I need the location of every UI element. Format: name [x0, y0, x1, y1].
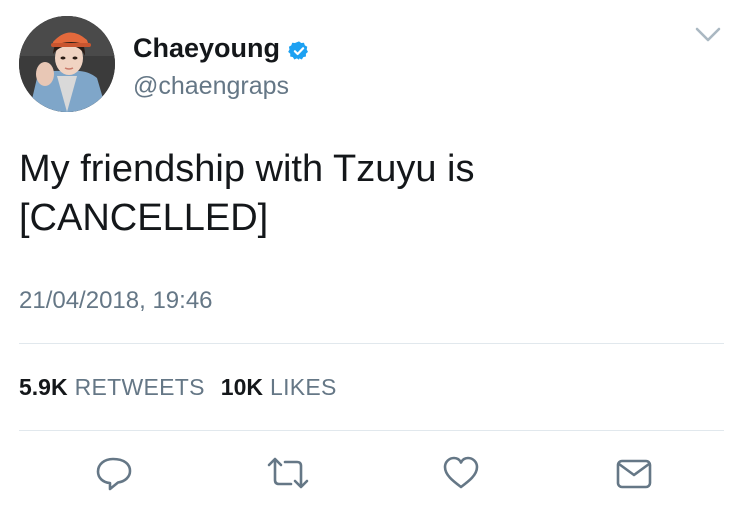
display-name-row[interactable]: Chaeyoung — [133, 33, 310, 64]
chevron-down-icon[interactable] — [694, 26, 722, 44]
reply-icon[interactable] — [93, 452, 135, 494]
retweets-count[interactable]: 5.9K — [19, 374, 68, 401]
likes-count[interactable]: 10K — [221, 374, 263, 401]
tweet-text-line: [CANCELLED] — [19, 197, 269, 239]
tweet-text: My friendship with Tzuyu is [CANCELLED] — [19, 145, 719, 243]
retweets-label[interactable]: RETWEETS — [75, 374, 205, 401]
avatar-photo — [19, 16, 115, 112]
retweet-icon[interactable] — [265, 452, 309, 494]
display-name[interactable]: Chaeyoung — [133, 33, 280, 64]
verified-badge-icon — [288, 38, 310, 60]
tweet-timestamp[interactable]: 21/04/2018, 19:46 — [19, 287, 213, 315]
share-icon[interactable] — [613, 452, 655, 494]
avatar[interactable] — [19, 16, 115, 112]
divider — [19, 430, 724, 431]
author-handle[interactable]: @chaengraps — [133, 72, 289, 101]
action-bar — [0, 452, 750, 498]
tweet-stats: 5.9K RETWEETS 10K LIKES — [19, 374, 353, 401]
divider — [19, 343, 724, 344]
like-icon[interactable] — [440, 452, 482, 494]
likes-label[interactable]: LIKES — [270, 374, 337, 401]
tweet-text-line: My friendship with Tzuyu is — [19, 148, 475, 190]
